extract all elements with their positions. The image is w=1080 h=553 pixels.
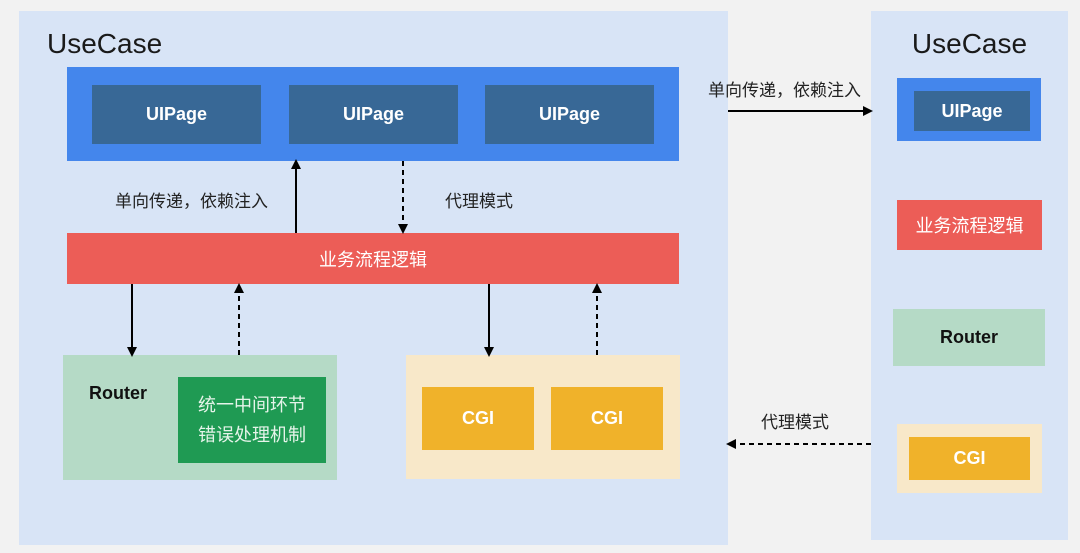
arrows-layer (127, 106, 873, 449)
